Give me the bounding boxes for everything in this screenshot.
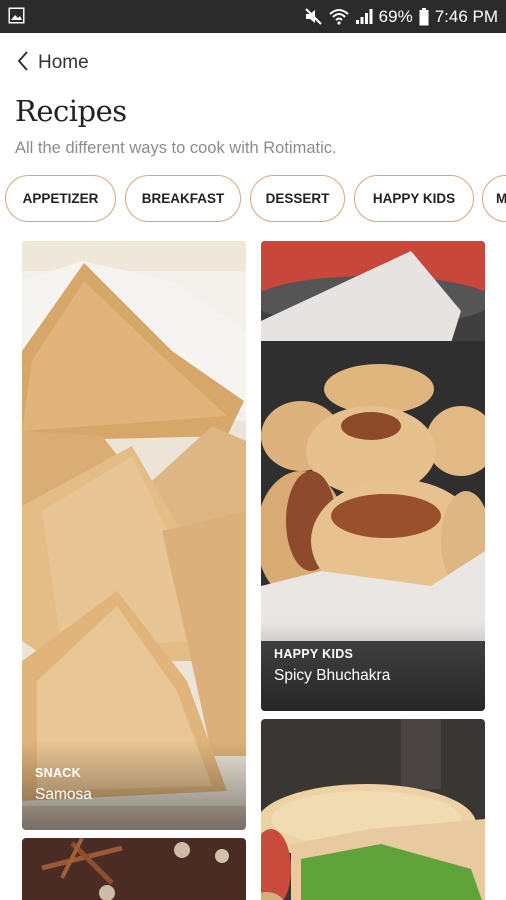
back-button[interactable]: Home <box>16 48 89 78</box>
battery-percent: 69% <box>378 6 413 26</box>
recipe-card-samosa[interactable]: SNACK Samosa <box>22 241 246 830</box>
battery-icon <box>419 7 429 26</box>
recipe-category: HAPPY KIDS <box>274 647 354 661</box>
chip-happy-kids[interactable]: HAPPY KIDS <box>354 175 474 222</box>
chevron-left-icon <box>16 50 30 76</box>
recipe-name: Spicy Bhuchakra <box>274 667 391 684</box>
recipe-photo-3 <box>22 838 246 900</box>
wifi-icon <box>328 8 349 25</box>
chip-appetizer[interactable]: APPETIZER <box>5 175 116 222</box>
category-chips: APPETIZER BREAKFAST DESSERT HAPPY KIDS M <box>0 175 506 223</box>
status-time: 7:46 PM <box>434 6 498 26</box>
top-nav: Home <box>0 43 506 83</box>
status-bar: 69% 7:46 PM <box>0 0 506 33</box>
recipe-card-4[interactable] <box>261 719 485 900</box>
page-title: Recipes <box>15 94 127 128</box>
page-subtitle: All the different ways to cook with Roti… <box>15 139 337 157</box>
chip-breakfast[interactable]: BREAKFAST <box>125 175 241 222</box>
recipe-card-spicy-bhuchakra[interactable]: HAPPY KIDS Spicy Bhuchakra <box>261 241 485 711</box>
recipe-name: Samosa <box>35 786 92 803</box>
signal-icon <box>355 8 373 25</box>
chip-more[interactable]: M <box>482 175 506 222</box>
mute-icon <box>304 8 323 25</box>
back-label: Home <box>38 52 89 73</box>
recipe-card-3[interactable] <box>22 838 246 900</box>
recipe-category: SNACK <box>35 766 81 780</box>
chip-dessert[interactable]: DESSERT <box>250 175 345 222</box>
image-notification-icon <box>8 7 25 24</box>
recipe-photo-4 <box>261 719 485 900</box>
